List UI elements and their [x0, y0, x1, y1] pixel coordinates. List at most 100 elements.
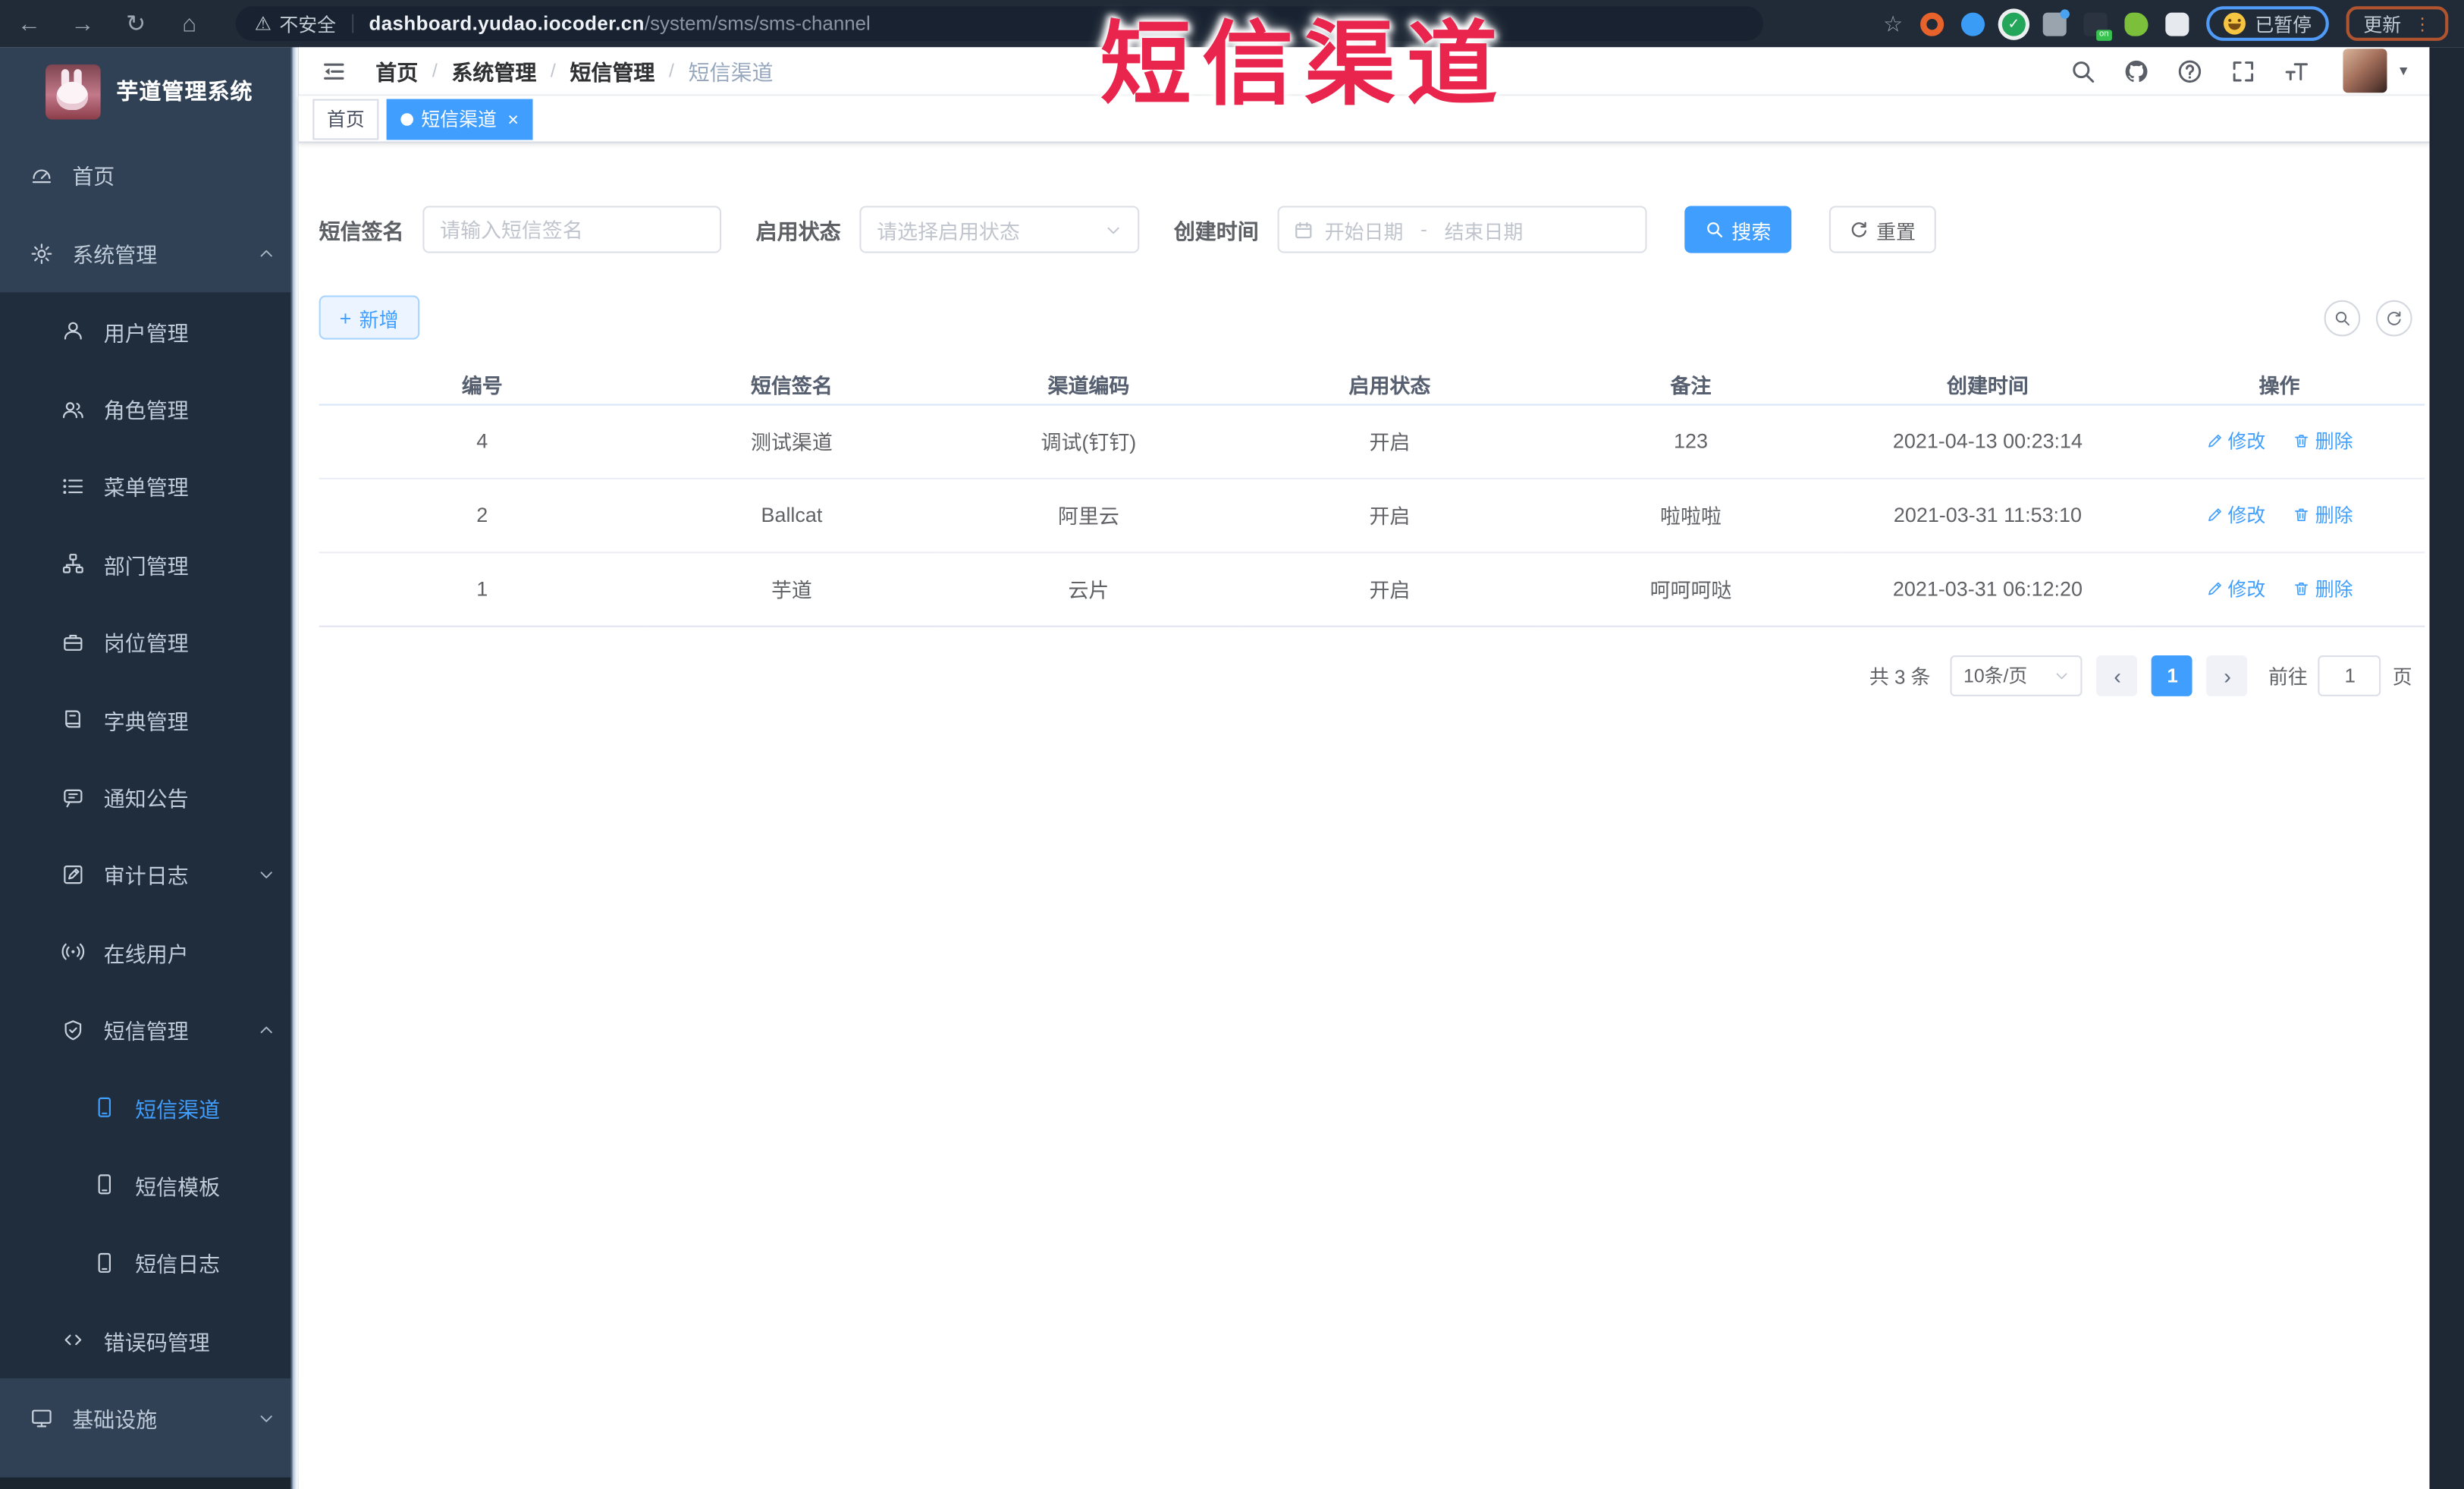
user-menu[interactable]: ▾: [2343, 49, 2407, 93]
goto-page-input[interactable]: [2318, 655, 2382, 696]
collapse-sidebar-icon[interactable]: [321, 59, 347, 83]
sign-filter-input[interactable]: [422, 206, 722, 253]
sidebar-item-短信日志[interactable]: 短信日志: [0, 1224, 299, 1302]
sidebar-scrollbar[interactable]: [290, 47, 299, 1489]
current-page-button[interactable]: 1: [2152, 655, 2193, 696]
delete-row-button[interactable]: 删除: [2293, 428, 2353, 454]
refresh-table-button[interactable]: [2375, 299, 2412, 336]
breadcrumb-item[interactable]: 首页: [375, 55, 418, 86]
sidebar-item-短信渠道[interactable]: 短信渠道: [0, 1068, 299, 1147]
sidebar-item-角色管理[interactable]: 角色管理: [0, 369, 299, 448]
sidebar-item-字典管理[interactable]: 字典管理: [0, 680, 299, 759]
font-size-icon[interactable]: [2284, 58, 2310, 84]
date-range-picker[interactable]: 开始日期 - 结束日期: [1277, 206, 1647, 253]
column-header: 操作: [2133, 364, 2425, 405]
user-icon: [61, 319, 85, 343]
prev-page-button[interactable]: ‹: [2097, 655, 2138, 696]
sidebar-item-首页[interactable]: 首页: [0, 135, 299, 214]
security-status[interactable]: ⚠ 不安全: [255, 10, 336, 36]
next-page-button[interactable]: ›: [2207, 655, 2249, 696]
list-icon: [61, 475, 85, 498]
code-icon: [61, 1328, 85, 1352]
address-bar[interactable]: ⚠ 不安全 dashboard.yudao.iocoder.cn /system…: [235, 6, 1763, 41]
column-header: 渠道编码: [937, 364, 1239, 405]
github-icon[interactable]: [2123, 58, 2149, 84]
docs-help-icon[interactable]: [2177, 58, 2203, 84]
browser-forward-icon[interactable]: →: [69, 12, 96, 36]
breadcrumb-item[interactable]: 系统管理: [451, 55, 536, 86]
sidebar-item-岗位管理[interactable]: 岗位管理: [0, 602, 299, 681]
delete-row-button[interactable]: 删除: [2293, 501, 2353, 528]
start-date-placeholder: 开始日期: [1324, 221, 1404, 243]
page-unit-label: 页: [2392, 666, 2412, 689]
fullscreen-icon[interactable]: [2230, 58, 2256, 84]
green-check-extension-icon[interactable]: ✓: [2001, 11, 2026, 36]
top-navbar: 首页 / 系统管理 / 短信管理 / 短信渠道 ▾: [298, 47, 2430, 96]
page-size-select[interactable]: 10条/页: [1951, 655, 2083, 696]
breadcrumb-item[interactable]: 短信管理: [570, 55, 655, 86]
sidebar-item-在线用户[interactable]: 在线用户: [0, 913, 299, 991]
delete-row-button[interactable]: 删除: [2293, 575, 2353, 602]
delete-icon: [2293, 580, 2311, 598]
table-row: 1 芋道 云片 开启 呵呵呵哒 2021-03-31 06:12:20 修改 删…: [319, 551, 2425, 627]
tag-首页[interactable]: 首页: [312, 98, 379, 140]
add-button[interactable]: + 新增: [319, 295, 419, 340]
edit-row-button[interactable]: 修改: [2206, 428, 2265, 454]
column-header: 编号: [319, 364, 645, 405]
sidebar-item-用户管理[interactable]: 用户管理: [0, 292, 299, 370]
bookmark-star-icon[interactable]: ☆: [1883, 10, 1903, 36]
sidebar-item-短信管理[interactable]: 短信管理: [0, 991, 299, 1069]
sidebar-item-通知公告[interactable]: 通知公告: [0, 758, 299, 836]
window-right-edge: [2429, 47, 2464, 1489]
browser-home-icon[interactable]: ⌂: [176, 12, 202, 36]
dashboard-icon: [30, 162, 53, 186]
orange-ring-extension-icon[interactable]: [1920, 11, 1945, 36]
sidebar-logo-row[interactable]: 芋道管理系统: [0, 47, 299, 135]
browser-menu-icon[interactable]: ⋮: [2414, 14, 2431, 34]
sidebar-item-菜单管理[interactable]: 菜单管理: [0, 448, 299, 526]
url-path: /system/sms/sms-channel: [644, 12, 871, 35]
paused-badge[interactable]: 已暂停: [2206, 6, 2329, 41]
reset-button[interactable]: 重置: [1828, 206, 1936, 253]
tag-短信渠道[interactable]: 短信渠道 ×: [386, 98, 533, 140]
gray-grid-extension-icon[interactable]: [2042, 8, 2070, 36]
search-button[interactable]: 搜索: [1684, 206, 1792, 253]
edit-row-button[interactable]: 修改: [2206, 501, 2265, 528]
phone-icon: [93, 1095, 116, 1119]
browser-reload-icon[interactable]: ↻: [123, 12, 149, 36]
status-filter-label: 启用状态: [755, 220, 841, 244]
browser-update-button[interactable]: 更新 ⋮: [2346, 6, 2449, 41]
sidebar-item-部门管理[interactable]: 部门管理: [0, 525, 299, 603]
dark-on-badge-extension-icon[interactable]: [2083, 11, 2112, 40]
header-search-icon[interactable]: [2070, 58, 2096, 84]
calendar-icon: [1293, 219, 1314, 240]
sidebar-item-基础设施[interactable]: 基础设施: [0, 1379, 299, 1458]
user-avatar[interactable]: [2343, 49, 2387, 93]
white-puzzle-extension-icon[interactable]: [2165, 11, 2189, 36]
close-tag-icon[interactable]: ×: [507, 108, 519, 130]
toggle-search-button[interactable]: [2324, 299, 2361, 336]
green-sprout-extension-icon[interactable]: [2124, 11, 2149, 36]
breadcrumb-item: 短信渠道: [688, 61, 774, 85]
users-icon: [61, 397, 85, 420]
sidebar-item-短信模板[interactable]: 短信模板: [0, 1146, 299, 1224]
browser-back-icon[interactable]: ←: [16, 12, 42, 36]
edit-row-button[interactable]: 修改: [2206, 575, 2265, 602]
search-icon: [2334, 309, 2351, 326]
sidebar-item-系统管理[interactable]: 系统管理: [0, 213, 299, 293]
search-icon: [1705, 220, 1724, 239]
sidebar-item-错误码管理[interactable]: 错误码管理: [0, 1301, 299, 1380]
blue-drop-extension-icon[interactable]: [1960, 11, 1985, 36]
post-icon: [61, 630, 85, 653]
phone-icon: [93, 1173, 116, 1197]
tags-view-bar: 首页 短信渠道 ×: [298, 96, 2430, 143]
breadcrumb-separator: /: [669, 59, 674, 82]
sidebar-item-审计日志[interactable]: 审计日志: [0, 835, 299, 914]
range-separator: -: [1420, 218, 1427, 241]
active-tag-dot: [400, 112, 413, 125]
gear-icon: [30, 241, 53, 265]
goto-page: 前往 页: [2268, 655, 2412, 696]
phone-icon: [93, 1251, 116, 1274]
smiley-emoji-icon: [2223, 12, 2246, 35]
status-filter-select[interactable]: 请选择启用状态: [859, 206, 1140, 253]
